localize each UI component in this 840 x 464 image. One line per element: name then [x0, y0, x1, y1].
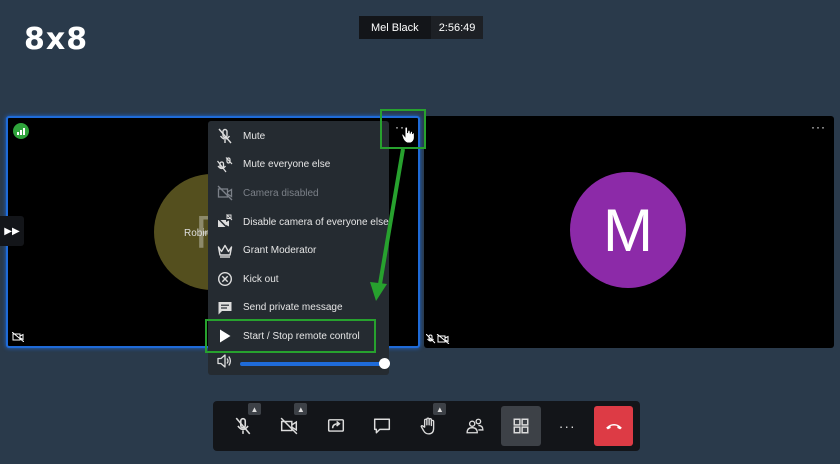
menu-item-label: Send private message	[243, 302, 343, 314]
brand-logo: 8x8	[24, 22, 89, 57]
menu-item-mute-everyone[interactable]: Mute everyone else	[208, 151, 389, 180]
chat-icon	[373, 418, 390, 434]
tile-view-button[interactable]	[500, 406, 541, 446]
meeting-toolbar: ▲ ▲ ▲ ···	[213, 401, 640, 451]
menu-item-kick-out[interactable]: Kick out	[208, 265, 389, 294]
camera-off-icon	[280, 417, 298, 435]
participants-button[interactable]	[455, 406, 495, 446]
participant-name-label: Robin	[184, 228, 211, 239]
annotation-highlight-remote-control	[205, 319, 376, 353]
chevron-up-icon: ▲	[250, 404, 259, 414]
menu-item-label: Mute	[243, 130, 266, 142]
camera-off-icon	[216, 184, 234, 202]
camera-button[interactable]: ▲	[269, 403, 309, 446]
menu-item-label: Mute everyone else	[243, 159, 331, 171]
menu-item-mute[interactable]: Mute	[208, 122, 389, 151]
hangup-icon	[605, 424, 622, 430]
meeting-info-bar: Mel Black 2:56:49	[359, 16, 484, 39]
mic-camera-off-icon	[426, 334, 450, 344]
menu-item-disable-cameras[interactable]: Disable camera of everyone else	[208, 208, 389, 237]
mic-off-icon	[235, 417, 251, 435]
mic-button[interactable]: ▲	[223, 403, 263, 446]
volume-slider-handle[interactable]	[379, 357, 390, 369]
connection-signal-icon[interactable]	[13, 123, 29, 139]
meeting-timer: 2:56:49	[430, 16, 484, 39]
participant-name: Mel Black	[359, 16, 431, 39]
menu-item-camera-disabled: Camera disabled	[208, 179, 389, 208]
participant-tile-remote[interactable]: ··· M	[424, 116, 834, 348]
volume-icon	[216, 353, 232, 374]
kick-out-icon	[216, 270, 234, 288]
volume-slider-track[interactable]	[240, 357, 390, 369]
filmstrip-toggle-button[interactable]: ▶▶	[0, 216, 24, 246]
crown-icon	[216, 242, 234, 260]
menu-item-label: Grant Moderator	[243, 245, 317, 257]
double-chevron-right-icon: ▶▶	[4, 225, 20, 237]
avatar-mel: M	[570, 172, 686, 288]
mic-options-button[interactable]: ▲	[248, 403, 261, 415]
hand-cursor-icon	[401, 126, 415, 144]
camera-off-icon	[12, 332, 24, 342]
menu-item-label: Camera disabled	[243, 187, 319, 199]
menu-item-grant-moderator[interactable]: Grant Moderator	[208, 236, 389, 265]
screenshare-icon	[327, 419, 344, 432]
screenshare-button[interactable]	[316, 406, 356, 446]
tile-menu-button[interactable]: ···	[811, 120, 826, 134]
menu-item-label: Disable camera of everyone else	[243, 216, 389, 228]
hand-icon	[420, 417, 435, 435]
mic-off-icon	[216, 127, 234, 145]
disable-cameras-icon	[216, 213, 234, 231]
menu-item-label: Kick out	[243, 273, 279, 285]
raise-hand-button[interactable]: ▲	[408, 403, 448, 446]
hangup-button[interactable]	[593, 406, 634, 446]
chevron-up-icon: ▲	[435, 404, 444, 414]
participants-icon	[465, 418, 484, 434]
participant-volume-control[interactable]	[208, 351, 390, 377]
chat-button[interactable]	[362, 406, 402, 446]
mute-everyone-icon	[216, 156, 234, 174]
more-icon: ···	[558, 418, 576, 434]
menu-item-private-message[interactable]: Send private message	[208, 294, 389, 323]
grid-icon	[513, 418, 529, 434]
more-button[interactable]: ···	[547, 406, 587, 446]
camera-options-button[interactable]: ▲	[294, 403, 308, 415]
chevron-up-icon: ▲	[296, 404, 305, 414]
chat-icon	[216, 299, 234, 317]
reactions-options-button[interactable]: ▲	[433, 403, 447, 415]
avatar-letter: M	[603, 196, 653, 264]
